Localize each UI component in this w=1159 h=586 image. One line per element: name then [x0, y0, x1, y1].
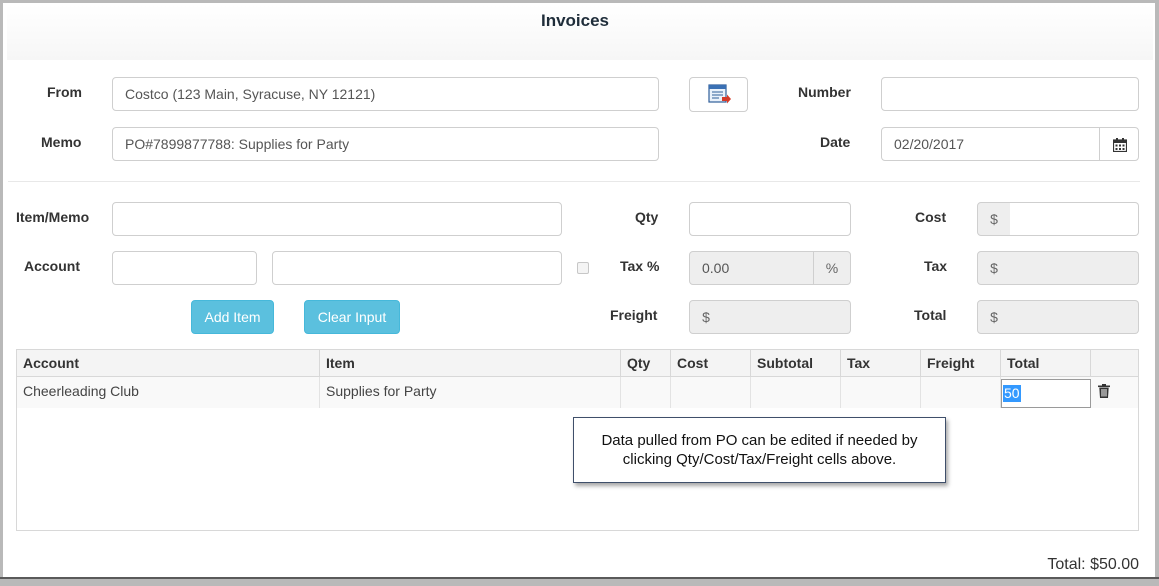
column-header-subtotal[interactable]: Subtotal: [751, 350, 841, 377]
tax-amount-field: [1010, 251, 1139, 285]
freight-field: [722, 300, 851, 334]
column-header-total[interactable]: Total: [1001, 350, 1091, 377]
add-item-button[interactable]: Add Item: [191, 300, 274, 334]
total-label: Total: [914, 307, 947, 323]
column-header-cost[interactable]: Cost: [671, 350, 751, 377]
table-header: Account Item Qty Cost Subtotal Tax Freig…: [17, 350, 1138, 377]
cell-tax[interactable]: [841, 377, 921, 408]
taxable-checkbox[interactable]: [577, 262, 589, 274]
number-field[interactable]: [881, 77, 1139, 111]
section-divider: [8, 181, 1140, 182]
frame-edge: [0, 577, 1159, 579]
cost-label: Cost: [915, 209, 947, 225]
freight-label: Freight: [610, 307, 658, 323]
account-name-field[interactable]: [272, 251, 562, 285]
clear-input-button[interactable]: Clear Input: [304, 300, 400, 334]
total-currency-addon: $: [977, 300, 1011, 334]
from-label: From: [47, 84, 82, 100]
vendor-lookup-icon: [708, 84, 731, 104]
tax-currency-addon: $: [977, 251, 1011, 285]
callout-line-2: clicking Qty/Cost/Tax/Freight cells abov…: [622, 451, 897, 468]
column-header-account[interactable]: Account: [17, 350, 320, 377]
memo-field[interactable]: PO#7899877788: Supplies for Party: [112, 127, 659, 161]
trash-icon[interactable]: [1098, 384, 1110, 398]
calendar-button[interactable]: [1099, 127, 1139, 161]
cell-cost[interactable]: [671, 377, 751, 408]
total-field: [1010, 300, 1139, 334]
vendor-lookup-button[interactable]: [689, 77, 748, 112]
qty-field[interactable]: [689, 202, 851, 236]
cell-total-editor[interactable]: 50: [1001, 379, 1091, 408]
freight-currency-addon: $: [689, 300, 723, 334]
tax-percent-field: 0.00: [689, 251, 814, 285]
tax-percent-label: Tax %: [620, 258, 660, 274]
column-header-actions: [1091, 350, 1138, 377]
cell-account: Cheerleading Club: [17, 377, 320, 408]
cell-subtotal: [751, 377, 841, 408]
number-label: Number: [798, 84, 851, 100]
cell-item: Supplies for Party: [320, 377, 621, 408]
column-header-tax[interactable]: Tax: [841, 350, 921, 377]
tax-label: Tax: [924, 258, 948, 274]
page-title: Invoices: [540, 11, 610, 30]
cost-field[interactable]: [1010, 202, 1139, 236]
date-label: Date: [820, 134, 851, 150]
memo-label: Memo: [41, 134, 82, 150]
from-field[interactable]: Costco (123 Main, Syracuse, NY 12121): [112, 77, 659, 111]
cost-currency-addon: $: [977, 202, 1011, 236]
column-header-freight[interactable]: Freight: [921, 350, 1001, 377]
item-memo-label: Item/Memo: [16, 209, 90, 225]
qty-label: Qty: [635, 209, 659, 225]
annotation-callout: Data pulled from PO can be edited if nee…: [573, 417, 946, 483]
item-memo-field[interactable]: [112, 202, 562, 236]
date-field[interactable]: 02/20/2017: [881, 127, 1100, 161]
cell-qty[interactable]: [621, 377, 671, 408]
account-label: Account: [24, 258, 80, 274]
calendar-icon: [1113, 138, 1127, 152]
account-code-field[interactable]: [112, 251, 257, 285]
callout-line-1: Data pulled from PO can be edited if nee…: [601, 432, 918, 449]
cell-freight[interactable]: [921, 377, 1001, 408]
cell-total-value: 50: [1003, 385, 1021, 402]
column-header-item[interactable]: Item: [320, 350, 621, 377]
grand-total: Total: $50.00: [1047, 556, 1139, 573]
percent-addon: %: [813, 251, 851, 285]
column-header-qty[interactable]: Qty: [621, 350, 671, 377]
